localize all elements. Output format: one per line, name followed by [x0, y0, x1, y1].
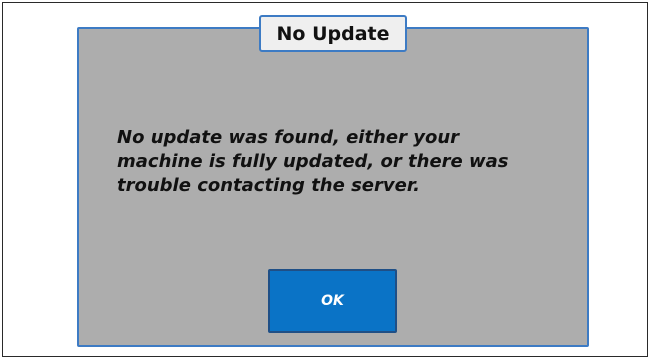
message-line-1: No update was found, either your — [117, 127, 460, 148]
dialog-title: No Update — [259, 15, 407, 52]
message-line-2: machine is fully updated, or there was — [117, 151, 509, 172]
ok-button-label: OK — [321, 293, 344, 309]
message-line-3: trouble contacting the server. — [117, 175, 420, 196]
dialog-message: No update was found, either your machine… — [117, 126, 557, 198]
ok-button[interactable]: OK — [268, 269, 397, 333]
